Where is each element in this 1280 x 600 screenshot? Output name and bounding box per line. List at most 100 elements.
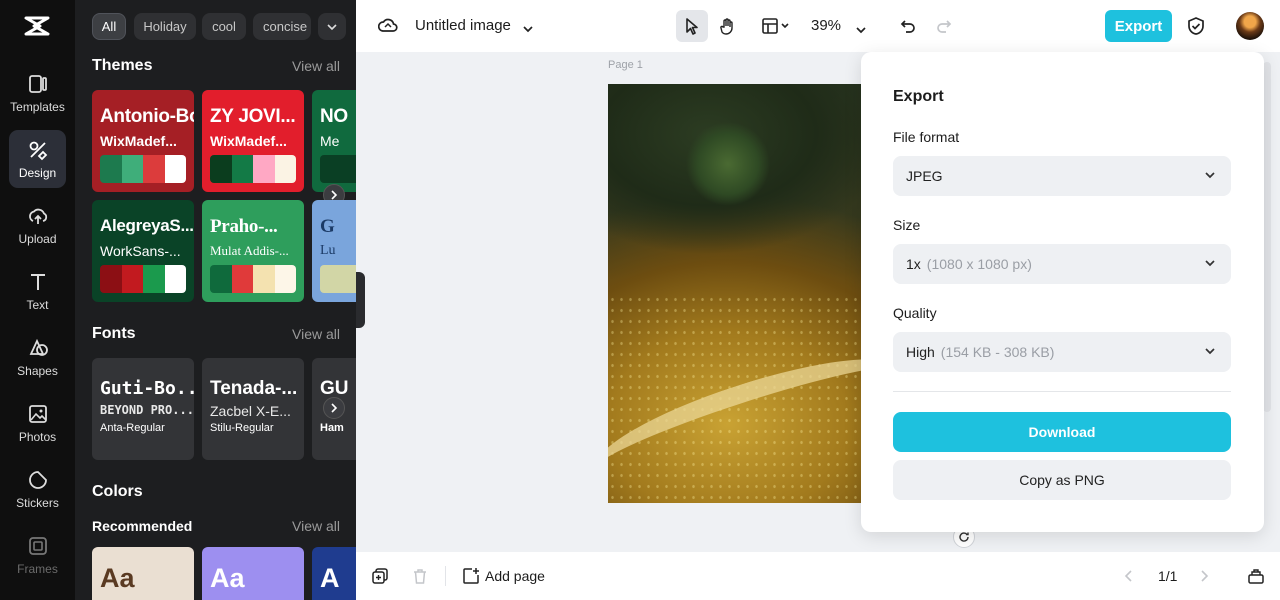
color-card[interactable]: Aa [202, 547, 304, 600]
logo-icon[interactable] [22, 12, 52, 40]
quality-label: Quality [893, 305, 937, 321]
theme-swatches [100, 265, 186, 293]
size-label: Size [893, 217, 921, 233]
delete-page-icon[interactable] [412, 568, 428, 589]
undo-icon [900, 20, 915, 33]
add-page-icon [463, 568, 479, 584]
color-card[interactable]: A [312, 547, 356, 600]
quality-select[interactable]: High (154 KB - 308 KB) [893, 332, 1231, 372]
quality-value: High [906, 344, 935, 360]
theme-font-primary: NO [320, 106, 348, 127]
color-card[interactable]: Aa [92, 547, 194, 600]
undo-button[interactable] [892, 10, 924, 42]
rail-item-shapes[interactable]: Shapes [9, 328, 66, 386]
redo-icon [937, 20, 952, 33]
select-tool-button[interactable] [676, 10, 708, 42]
document-title[interactable]: Untitled image [415, 17, 511, 34]
chevron-down-icon [1205, 348, 1215, 355]
colors-view-all[interactable]: View all [292, 518, 340, 534]
rail-item-frames[interactable]: Frames [9, 526, 66, 584]
font-card[interactable]: Guti-Bo... BEYOND PRO... Anta-Regular [92, 358, 194, 460]
theme-card[interactable]: Antonio-Bold WixMadef... [92, 90, 194, 192]
font-card-line3: Anta-Regular [100, 422, 165, 434]
panel-collapse-handle[interactable] [356, 272, 365, 328]
avatar[interactable] [1236, 12, 1264, 40]
rail-item-stickers[interactable]: Stickers [9, 460, 66, 518]
chip-all[interactable]: All [92, 13, 126, 40]
duplicate-page-icon[interactable] [372, 568, 388, 589]
left-rail: Templates Design Upload Text Shapes Phot… [0, 0, 75, 600]
color-card-sample: Aa [210, 563, 245, 593]
rail-label-stickers: Stickers [16, 495, 59, 510]
theme-card[interactable]: NO Me [312, 90, 356, 192]
rail-label-design: Design [18, 165, 57, 180]
hand-tool-button[interactable] [712, 10, 744, 42]
canvas-scrollbar[interactable] [1263, 62, 1271, 412]
theme-card[interactable]: ZY JOVI... WixMadef... [202, 90, 304, 192]
rail-item-upload[interactable]: Upload [9, 196, 66, 254]
theme-swatches [320, 265, 356, 293]
fonts-next-button[interactable] [323, 397, 345, 419]
title-menu-chevron-icon[interactable] [522, 20, 534, 38]
layout-menu-button[interactable] [756, 10, 796, 42]
theme-card[interactable]: AlegreyaS... WorkSans-... [92, 200, 194, 302]
rail-item-photos[interactable]: Photos [9, 394, 66, 452]
fonts-view-all[interactable]: View all [292, 326, 340, 342]
rail-item-design[interactable]: Design [9, 130, 66, 188]
chip-holiday[interactable]: Holiday [134, 13, 196, 40]
rail-label-upload: Upload [18, 231, 57, 246]
rail-label-templates: Templates [10, 99, 65, 114]
next-page-icon[interactable] [1199, 569, 1209, 588]
chips-more-button[interactable] [318, 13, 346, 40]
font-card-line1: Guti-Bo... [100, 378, 194, 399]
themes-view-all[interactable]: View all [292, 58, 340, 74]
theme-font-primary: AlegreyaS... [100, 216, 194, 235]
bottom-bar: Add page 1/1 [356, 552, 1280, 600]
theme-card[interactable]: Praho-... Mulat Addis-... [202, 200, 304, 302]
chip-concise[interactable]: concise [253, 13, 311, 40]
theme-swatches [210, 155, 296, 183]
chip-cool[interactable]: cool [202, 13, 246, 40]
theme-font-secondary: Mulat Addis-... [210, 243, 289, 258]
theme-font-primary: ZY JOVI... [210, 106, 296, 127]
export-button[interactable]: Export [1105, 10, 1172, 42]
size-select[interactable]: 1x (1080 x 1080 px) [893, 244, 1231, 284]
prev-page-icon[interactable] [1124, 569, 1134, 588]
design-icon [29, 141, 47, 160]
frames-icon [28, 536, 47, 555]
font-card-line2: BEYOND PRO... [100, 403, 194, 417]
pages-panel-icon[interactable] [1247, 567, 1265, 590]
font-card-line1: Tenada-... [210, 378, 298, 399]
themes-title: Themes [92, 57, 153, 74]
export-panel: Export File format JPEG Size 1x (1080 x … [861, 52, 1264, 532]
zoom-chevron-icon[interactable] [855, 21, 867, 39]
zoom-level[interactable]: 39% [811, 17, 841, 34]
copy-as-png-button[interactable]: Copy as PNG [893, 460, 1231, 500]
layout-icon [762, 18, 789, 34]
top-bar: Untitled image 39% Export [356, 0, 1280, 52]
rail-item-text[interactable]: Text [9, 262, 66, 320]
rail-label-text: Text [26, 297, 49, 312]
download-button[interactable]: Download [893, 412, 1231, 452]
hand-icon [720, 18, 733, 35]
shield-icon[interactable] [1187, 16, 1205, 41]
chevron-down-icon [327, 23, 337, 30]
theme-font-secondary: WixMadef... [210, 133, 287, 149]
rail-label-shapes: Shapes [17, 363, 58, 378]
colors-title: Colors [92, 483, 143, 500]
fonts-title: Fonts [92, 325, 136, 342]
redo-button[interactable] [928, 10, 960, 42]
text-icon [30, 273, 45, 290]
cloud-save-icon[interactable] [377, 16, 398, 39]
add-page-button[interactable]: Add page [462, 567, 545, 585]
font-card[interactable]: Tenada-... Zacbel X-E... Stilu-Regular [202, 358, 304, 460]
rail-item-templates[interactable]: Templates [9, 64, 66, 122]
stickers-icon [28, 470, 47, 489]
canvas-image[interactable] [608, 84, 861, 503]
file-format-select[interactable]: JPEG [893, 156, 1231, 196]
theme-card[interactable]: G Lu [312, 200, 356, 302]
chevron-down-icon [1205, 260, 1215, 267]
photos-icon [28, 404, 47, 423]
export-panel-title: Export [893, 88, 944, 105]
quality-detail: (154 KB - 308 KB) [940, 344, 1055, 360]
